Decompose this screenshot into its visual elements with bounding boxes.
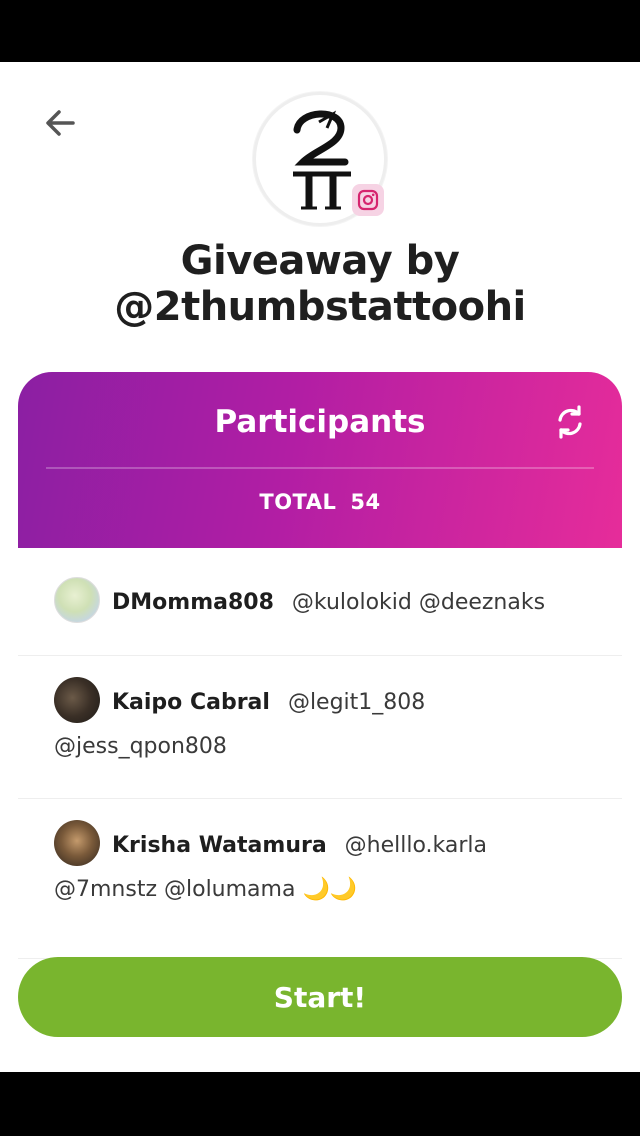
instagram-icon <box>357 189 379 211</box>
participant-name: Krisha Watamura <box>112 833 327 858</box>
participants-list: DMomma808 @kulolokid @deeznaks Kaipo Cabr… <box>18 548 622 959</box>
participants-title: Participants <box>214 404 426 440</box>
back-button[interactable] <box>40 106 80 140</box>
giveaway-screen: Giveaway by @2thumbstattoohi Participant… <box>0 62 640 1072</box>
start-button[interactable]: Start! <box>18 957 622 1037</box>
participants-header: Participants TOTAL 54 <box>18 372 622 548</box>
instagram-badge <box>352 184 384 216</box>
total-label: TOTAL <box>259 490 337 514</box>
arrow-left-icon <box>46 110 75 136</box>
list-item[interactable]: DMomma808 @kulolokid @deeznaks <box>18 548 622 656</box>
avatar <box>54 820 100 866</box>
participants-total: TOTAL 54 <box>18 490 622 514</box>
avatar <box>54 677 100 723</box>
title-line-2: @2thumbstattoohi <box>114 284 526 330</box>
refresh-icon <box>558 405 582 439</box>
refresh-button[interactable] <box>548 400 592 444</box>
participant-name: Kaipo Cabral <box>112 690 270 715</box>
total-count: 54 <box>350 490 381 514</box>
list-item[interactable]: Kaipo Cabral @legit1_808 @jess_qpon808 <box>18 656 622 799</box>
giveaway-title: Giveaway by @2thumbstattoohi <box>0 238 640 330</box>
title-line-1: Giveaway by <box>180 238 460 284</box>
participant-comment: @kulolokid @deeznaks <box>291 590 546 615</box>
header-divider <box>46 467 594 469</box>
list-item[interactable]: Krisha Watamura @helllo.karla @7mnstz @lo… <box>18 799 622 959</box>
avatar <box>54 577 100 623</box>
participant-name: DMomma808 <box>112 590 274 615</box>
